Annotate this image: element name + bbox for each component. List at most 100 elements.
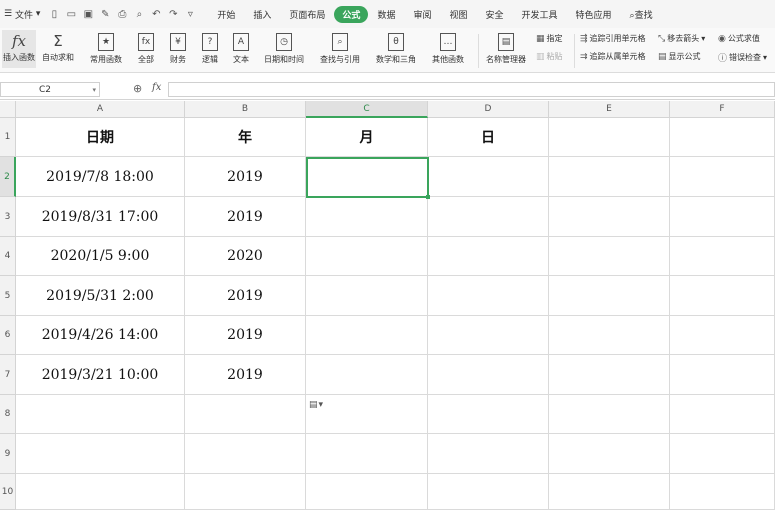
cell-f3[interactable] [670,197,775,237]
cell-f8[interactable] [670,395,775,434]
tab-special[interactable]: 特色应用 [567,8,621,21]
tab-data[interactable]: 数据 [368,8,404,21]
formula-input[interactable] [168,82,775,97]
print-icon[interactable]: ⎙ [116,9,128,20]
chevron-down-icon[interactable]: ▾ [92,83,96,98]
cell-f7[interactable] [670,355,775,395]
cell-a3[interactable]: 2019/8/31 17:00 [16,197,185,237]
cell-e5[interactable] [549,276,670,316]
fx-icon[interactable]: fx [152,82,161,93]
cell-d9[interactable] [428,434,549,474]
more-icon[interactable]: ▿ [184,9,196,20]
cell-d6[interactable] [428,316,549,355]
cell-e1[interactable] [549,118,670,157]
row-header-10[interactable]: 10 [0,474,16,510]
zoom-icon[interactable]: ⊕ [133,82,142,95]
column-header-e[interactable]: E [549,101,670,118]
lookup-button[interactable]: ⌕ 查找与引用 [320,30,360,65]
cell-b5[interactable]: 2019 [185,276,306,316]
column-header-d[interactable]: D [428,101,549,118]
cell-e2[interactable] [549,157,670,197]
trace-dependents-button[interactable]: ⇉ 追踪从属单元格 [580,51,646,62]
cell-a6[interactable]: 2019/4/26 14:00 [16,316,185,355]
cell-f4[interactable] [670,237,775,276]
cell-c9[interactable] [306,434,428,474]
cell-c6[interactable] [306,316,428,355]
cell-f6[interactable] [670,316,775,355]
finance-button[interactable]: ¥ 财务 [170,30,186,65]
fill-handle[interactable] [426,195,430,199]
cell-e3[interactable] [549,197,670,237]
row-header-6[interactable]: 6 [0,316,16,355]
evaluate-formula-button[interactable]: ◉ 公式求值 [718,33,760,44]
cell-c3[interactable] [306,197,428,237]
cell-b1[interactable]: 年 [185,118,306,157]
new-file-icon[interactable]: ▯ [48,9,60,20]
cell-c1[interactable]: 月 [306,118,428,157]
cell-f1[interactable] [670,118,775,157]
cell-f5[interactable] [670,276,775,316]
common-functions-button[interactable]: ★ 常用函数 [90,30,122,65]
cell-b7[interactable]: 2019 [185,355,306,395]
cell-d5[interactable] [428,276,549,316]
text-functions-button[interactable]: A 文本 [233,30,249,65]
error-check-button[interactable]: ⓘ 错误检查 ▾ [718,51,767,64]
remove-arrows-button[interactable]: ⤡ 移去箭头 ▾ [658,33,705,44]
cell-e8[interactable] [549,395,670,434]
cell-a2[interactable]: 2019/7/8 18:00 [16,157,185,197]
tab-developer[interactable]: 开发工具 [513,8,567,21]
name-manager-button[interactable]: ▤ 名称管理器 [486,30,526,65]
format-painter-icon[interactable]: ✎ [99,9,111,20]
tab-home[interactable]: 开始 [208,8,244,21]
column-header-f[interactable]: F [670,101,775,118]
other-functions-button[interactable]: … 其他函数 [432,30,464,65]
column-header-c[interactable]: C [306,101,428,118]
cell-a1[interactable]: 日期 [16,118,185,157]
tab-find[interactable]: ⌕查找 [621,8,662,21]
tab-security[interactable]: 安全 [476,8,512,21]
paste-options-button[interactable]: ▤ ▾ [309,398,331,412]
cell-d3[interactable] [428,197,549,237]
show-formulas-button[interactable]: ▤ 显示公式 [658,51,701,62]
tab-insert[interactable]: 插入 [244,8,280,21]
column-header-a[interactable]: A [16,101,185,118]
autosum-button[interactable]: Σ 自动求和 [42,30,74,63]
tab-page-layout[interactable]: 页面布局 [280,8,334,21]
cell-c7[interactable] [306,355,428,395]
cell-a8[interactable] [16,395,185,434]
cell-a9[interactable] [16,434,185,474]
cell-d4[interactable] [428,237,549,276]
cell-d8[interactable] [428,395,549,434]
tab-view[interactable]: 视图 [440,8,476,21]
cell-f10[interactable] [670,474,775,510]
trace-precedents-button[interactable]: ⇶ 追踪引用单元格 [580,33,646,44]
cell-d1[interactable]: 日 [428,118,549,157]
row-header-2[interactable]: 2 [0,157,16,197]
paste-name-button[interactable]: ▥ 粘贴 [536,51,563,62]
cell-e4[interactable] [549,237,670,276]
cell-c10[interactable] [306,474,428,510]
save-icon[interactable]: ▣ [82,9,94,20]
cell-d7[interactable] [428,355,549,395]
row-header-7[interactable]: 7 [0,355,16,395]
cell-e7[interactable] [549,355,670,395]
tab-review[interactable]: 审阅 [404,8,440,21]
row-header-3[interactable]: 3 [0,197,16,237]
cell-b4[interactable]: 2020 [185,237,306,276]
cell-a5[interactable]: 2019/5/31 2:00 [16,276,185,316]
cell-e9[interactable] [549,434,670,474]
row-header-9[interactable]: 9 [0,434,16,474]
cell-b6[interactable]: 2019 [185,316,306,355]
tab-formulas[interactable]: 公式 [334,5,369,23]
math-button[interactable]: θ 数学和三角 [376,30,416,65]
column-header-b[interactable]: B [185,101,306,118]
redo-icon[interactable]: ↷ [167,9,179,20]
cell-e10[interactable] [549,474,670,510]
cell-d10[interactable] [428,474,549,510]
logic-button[interactable]: ? 逻辑 [202,30,218,65]
row-header-5[interactable]: 5 [0,276,16,316]
all-functions-button[interactable]: fx 全部 [138,30,154,65]
cell-a4[interactable]: 2020/1/5 9:00 [16,237,185,276]
cell-f2[interactable] [670,157,775,197]
define-button[interactable]: ▦ 指定 [536,33,563,44]
